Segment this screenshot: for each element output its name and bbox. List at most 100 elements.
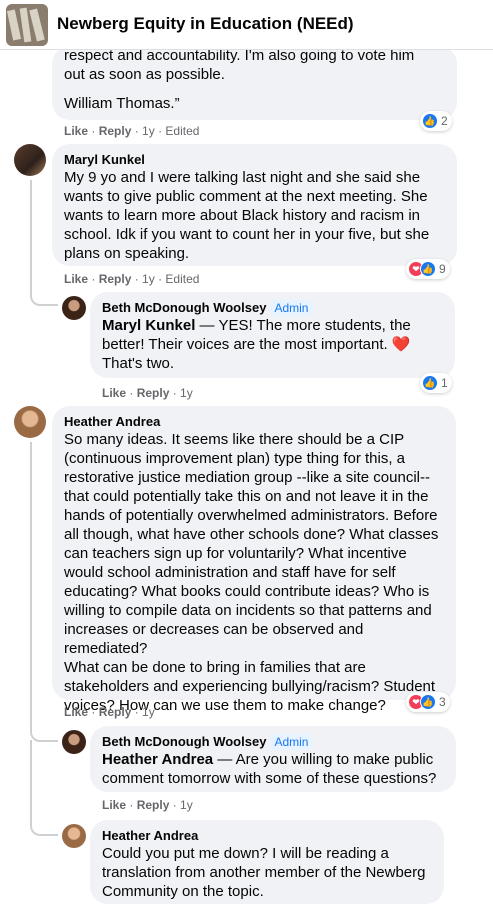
thread-connector	[30, 712, 58, 742]
comment-bubble: Heather Andrea Could you put me down? I …	[90, 820, 444, 904]
like-button[interactable]: Like	[102, 798, 126, 812]
comment-text: — YES! The more students, the	[195, 317, 411, 334]
comment-line: Community on the topic.	[102, 883, 264, 900]
reply-button[interactable]: Reply	[137, 798, 170, 812]
thread-line	[30, 180, 32, 286]
comment-bubble: Maryl Kunkel My 9 yo and I were talking …	[52, 144, 457, 266]
separator: ·	[126, 798, 137, 812]
comment-actions: Like · Reply · 1y · Edited	[64, 272, 199, 286]
comment-line: Could you put me down? I will be reading…	[102, 845, 389, 862]
mention-link[interactable]: Heather Andrea	[102, 751, 213, 768]
separator: ·	[154, 272, 166, 286]
reaction-count: 1	[441, 376, 448, 390]
separator: ·	[169, 386, 181, 400]
comment-line: What can be done to bring in families th…	[64, 659, 366, 676]
group-title[interactable]: Newberg Equity in Education (NEEd)	[57, 14, 354, 34]
comment-bubble: respect and accountability. I'm also goi…	[52, 46, 457, 120]
timestamp[interactable]: 1y	[142, 272, 155, 286]
comment-line: willing to compile data on incidents so …	[64, 602, 432, 619]
thumbs-up-icon: 👍	[422, 375, 438, 391]
comment-line: would school administration and staff ha…	[64, 564, 396, 581]
like-button[interactable]: Like	[102, 386, 126, 400]
comment-bubble: Beth McDonough Woolsey Admin Maryl Kunkel…	[90, 292, 455, 378]
avatar[interactable]	[14, 406, 46, 438]
edited-label: Edited	[165, 124, 200, 138]
comment-line: school. Idk if you want to count her in …	[64, 226, 430, 243]
comment-actions: Like · Reply · 1y	[64, 705, 155, 719]
reaction-summary[interactable]: 👍 1	[420, 373, 452, 393]
comment-line: My 9 yo and I were talking last night an…	[64, 169, 421, 186]
separator: ·	[131, 272, 143, 286]
thumbs-up-icon: 👍	[420, 261, 436, 277]
comment-line: can teachers sign up for voluntarily? Wh…	[64, 545, 407, 562]
comment-line: plans on speaking.	[64, 245, 190, 262]
separator: ·	[126, 386, 137, 400]
separator: ·	[88, 124, 99, 138]
comment-author[interactable]: Beth McDonough Woolsey	[102, 734, 266, 749]
comment-line: out as soon as possible.	[64, 66, 225, 83]
group-header: Newberg Equity in Education (NEEd)	[0, 0, 493, 50]
comment-author[interactable]: Beth McDonough Woolsey	[102, 300, 266, 315]
reply-button[interactable]: Reply	[99, 124, 132, 138]
thread-connector	[30, 740, 58, 836]
reaction-count: 3	[439, 695, 446, 709]
timestamp[interactable]: 1y	[180, 798, 193, 812]
comment-actions: Like · Reply · 1y	[102, 386, 193, 400]
comment-line: wants to learn more about Black history …	[64, 207, 420, 224]
separator: ·	[88, 705, 99, 719]
reply-button[interactable]: Reply	[99, 705, 132, 719]
comment-line: all though, what have other schools done…	[64, 526, 439, 543]
comment-line: wants to give public comment at the next…	[64, 188, 428, 205]
reply-button[interactable]: Reply	[137, 386, 170, 400]
comment-author[interactable]: Heather Andrea	[102, 828, 432, 844]
thread-connector	[30, 280, 58, 306]
comment-line: increases or decreases can be observed a…	[64, 621, 364, 657]
separator: ·	[88, 272, 99, 286]
like-button[interactable]: Like	[64, 705, 88, 719]
comment-actions: Like · Reply · 1y · Edited	[64, 124, 199, 138]
comment-line: translation from another member of the N…	[102, 864, 426, 881]
avatar[interactable]	[62, 730, 86, 754]
avatar[interactable]	[62, 824, 86, 848]
reply-button[interactable]: Reply	[99, 272, 132, 286]
admin-badge: Admin	[270, 734, 313, 750]
reaction-summary[interactable]: ❤ 👍 9	[406, 259, 450, 279]
comment-spacer	[64, 84, 445, 94]
comment-text: — Are you willing to make public	[213, 751, 434, 768]
comment-line: Heather Andrea — Are you willing to make…	[102, 750, 444, 769]
timestamp[interactable]: 1y	[142, 124, 155, 138]
comment-author-row: Beth McDonough Woolsey Admin	[102, 300, 443, 316]
comment-author[interactable]: Heather Andrea	[64, 414, 444, 430]
separator: ·	[169, 798, 181, 812]
comment-line: (continuous improvement plan) type thing…	[64, 450, 406, 467]
mention-link[interactable]: Maryl Kunkel	[102, 317, 195, 334]
like-button[interactable]: Like	[64, 124, 88, 138]
comment-line: stakeholders and experiencing bullying/r…	[64, 678, 436, 695]
comment-bubble: Heather Andrea So many ideas. It seems l…	[52, 406, 456, 714]
comment-author[interactable]: Maryl Kunkel	[64, 152, 445, 168]
group-cover-thumbnail[interactable]	[6, 4, 48, 46]
comment-line: Maryl Kunkel — YES! The more students, t…	[102, 316, 443, 335]
comment-line: that could potentially take this on and …	[64, 488, 429, 505]
reaction-summary[interactable]: ❤ 👍 3	[406, 692, 450, 712]
comment-line: That's two.	[102, 355, 175, 372]
separator: ·	[131, 705, 143, 719]
reaction-summary[interactable]: 👍 2	[420, 111, 452, 131]
avatar[interactable]	[14, 144, 46, 176]
comment-line: William Thomas.”	[64, 95, 180, 112]
thumbs-up-icon: 👍	[420, 694, 436, 710]
comment-author-row: Beth McDonough Woolsey Admin	[102, 734, 444, 750]
reaction-count: 2	[441, 114, 448, 128]
reaction-count: 9	[439, 262, 446, 276]
comment-line: comment tomorrow with some of these ques…	[102, 770, 437, 787]
avatar[interactable]	[62, 296, 86, 320]
timestamp[interactable]: 1y	[180, 386, 193, 400]
like-button[interactable]: Like	[64, 272, 88, 286]
comment-line: educating? What books could contribute i…	[64, 583, 430, 600]
timestamp[interactable]: 1y	[142, 705, 155, 719]
thread-line	[30, 442, 32, 716]
comment-line: restorative justice mediation group --li…	[64, 469, 430, 486]
comment-line: better! Their voices are the most import…	[102, 336, 411, 353]
edited-label: Edited	[165, 272, 200, 286]
comment-bubble: Beth McDonough Woolsey Admin Heather Andr…	[90, 726, 456, 792]
